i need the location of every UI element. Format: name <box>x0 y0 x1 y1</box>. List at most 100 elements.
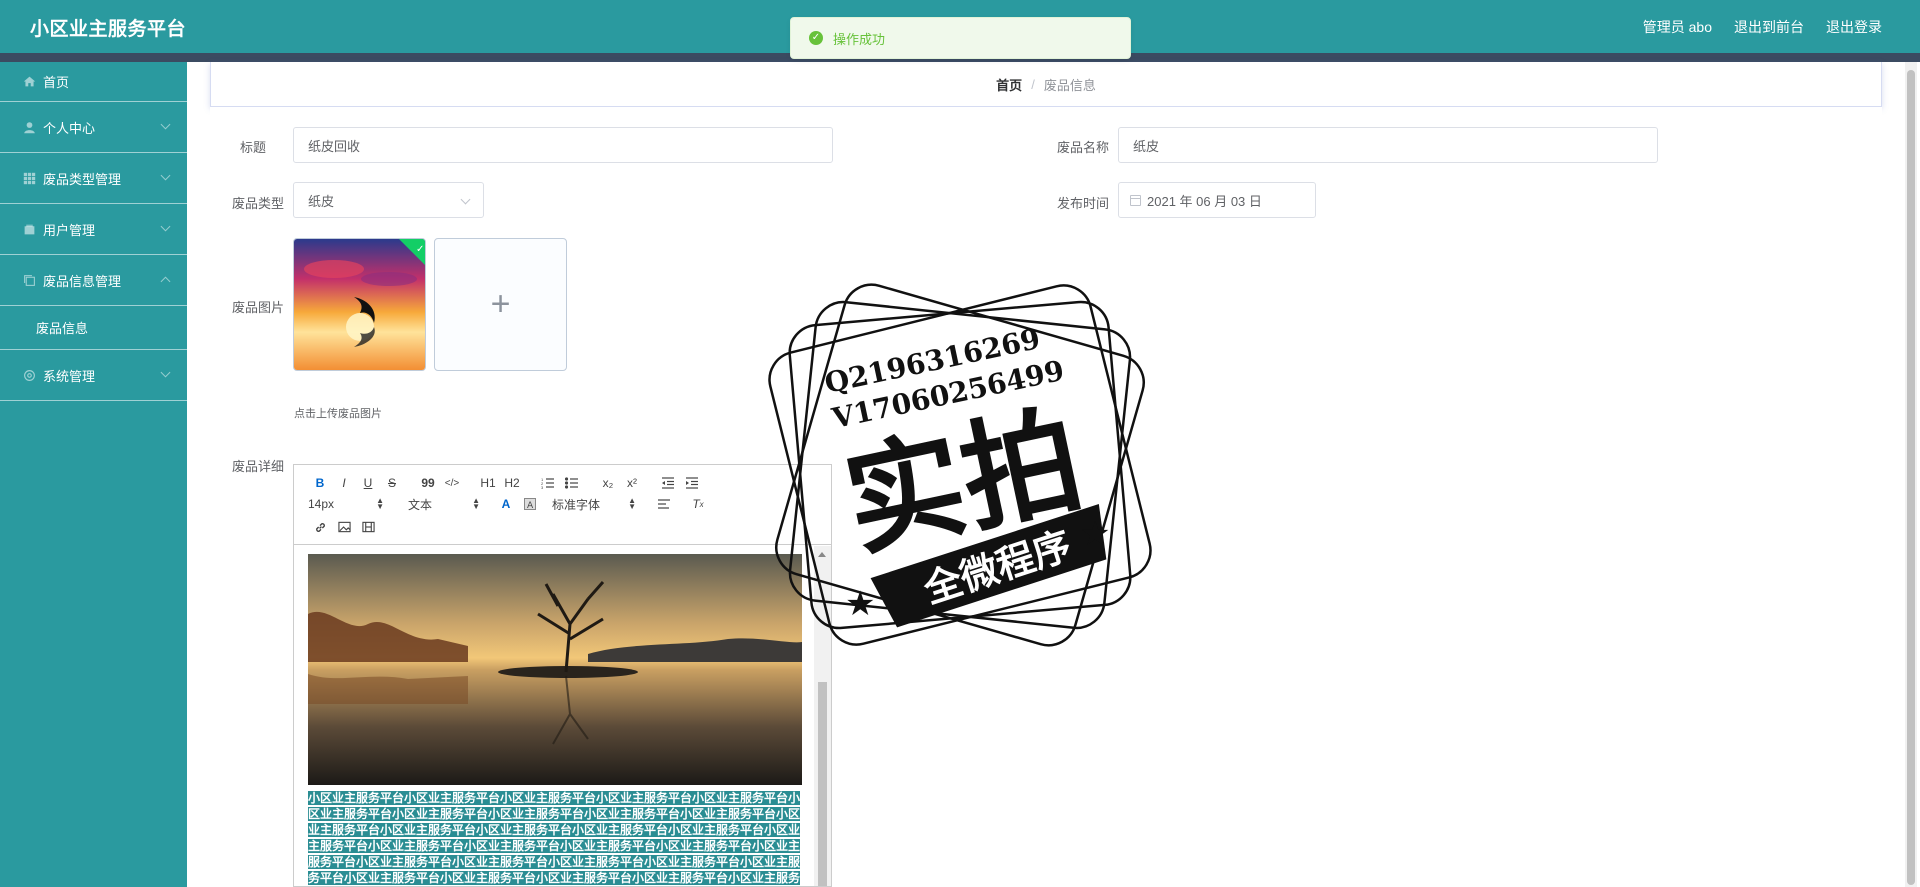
type-select[interactable]: 纸皮 <box>293 182 484 218</box>
watermark-stamp: Q2196316269 V17060256499 实拍 全微程序 ★ ★ <box>768 283 1152 647</box>
name-label: 废品名称 <box>1057 140 1110 155</box>
name-value: 纸皮 <box>1133 138 1160 154</box>
h1-button[interactable]: H1 <box>476 474 500 492</box>
clear-format-icon[interactable]: Tx <box>686 495 710 513</box>
calendar-icon <box>1130 194 1141 206</box>
subscript-button[interactable]: x₂ <box>596 474 620 492</box>
name-input[interactable]: 纸皮 <box>1118 127 1658 163</box>
updown-icon: ▲ ▼ <box>376 496 384 511</box>
sidebar-item-system[interactable]: 系统管理 <box>0 350 187 401</box>
page-scrollbar[interactable] <box>1905 62 1917 887</box>
sidebar-item-label: 个人中心 <box>43 120 96 136</box>
outdent-icon[interactable] <box>656 474 680 492</box>
sidebar-subitem-waste-info[interactable]: 废品信息 <box>0 306 187 350</box>
selected-text: 小区业主服务平台小区业主服务平台小区业主服务平台小区业主服务平台小区业主服务平台… <box>308 790 802 886</box>
svg-text:A: A <box>527 501 534 510</box>
header-select[interactable]: 文本 ▲ ▼ <box>408 495 482 513</box>
toolbar-row-1: B I U S 99 </> H1 H2 123 x₂ x² <box>308 474 704 492</box>
star-icon: ★ <box>845 584 875 624</box>
chevron-down-icon <box>160 170 171 181</box>
sidebar-item-waste-info-mgmt[interactable]: 废品信息管理 <box>0 255 187 306</box>
chevron-down-icon <box>160 221 171 232</box>
sidebar-item-label: 首页 <box>43 75 70 90</box>
image-label: 废品图片 <box>232 300 285 315</box>
toolbar-row-2: 14px ▲ ▼ 文本 ▲ ▼ A A 标准字体 ▲ ▼ Tx <box>308 495 710 513</box>
font-family-value: 标准字体 <box>552 497 601 512</box>
h2-button[interactable]: H2 <box>500 474 524 492</box>
detail-label: 废品详细 <box>232 459 285 474</box>
type-value: 纸皮 <box>308 193 335 209</box>
sidebar-item-label: 废品类型管理 <box>43 171 122 187</box>
header-value: 文本 <box>408 497 433 512</box>
superscript-button[interactable]: x² <box>620 474 644 492</box>
upload-button[interactable]: + <box>434 238 567 371</box>
page-scroll-thumb[interactable] <box>1907 70 1915 885</box>
star-icon: ★ <box>1080 514 1110 554</box>
link-icon[interactable] <box>308 518 332 536</box>
admin-label: 管理员 abo <box>1642 19 1712 35</box>
text-color-icon[interactable]: A <box>494 495 518 513</box>
uploaded-image[interactable]: ✓ <box>293 238 426 371</box>
sidebar-item-waste-type[interactable]: 废品类型管理 <box>0 153 187 204</box>
sidebar: 首页 个人中心 废品类型管理 用户管理 废品信息管理 废品信息 系统管理 <box>0 62 187 887</box>
breadcrumb-home[interactable]: 首页 <box>996 75 1022 94</box>
align-icon[interactable] <box>652 495 676 513</box>
time-label: 发布时间 <box>1057 196 1110 211</box>
title-value: 纸皮回收 <box>308 138 361 154</box>
check-circle-icon: ✓ <box>809 31 823 45</box>
upload-tip: 点击上传废品图片 <box>294 408 382 420</box>
image-icon[interactable] <box>332 518 356 536</box>
breadcrumb-current: 废品信息 <box>1043 77 1096 93</box>
video-icon[interactable] <box>356 518 380 536</box>
title-input[interactable]: 纸皮回收 <box>293 127 833 163</box>
grid-icon <box>22 171 36 185</box>
plus-icon: + <box>490 285 511 323</box>
svg-text:3: 3 <box>541 485 544 489</box>
sidebar-item-label: 用户管理 <box>43 222 96 238</box>
app-title: 小区业主服务平台 <box>30 19 187 40</box>
bold-button[interactable]: B <box>308 474 332 492</box>
sidebar-item-users[interactable]: 用户管理 <box>0 204 187 255</box>
font-size-value: 14px <box>308 497 335 511</box>
breadcrumb-separator: / <box>1031 76 1035 92</box>
ordered-list-icon[interactable]: 123 <box>536 474 560 492</box>
settings-icon <box>22 368 36 382</box>
sidebar-item-home[interactable]: 首页 <box>0 62 187 102</box>
time-value: 2021 年 06 月 03 日 <box>1147 193 1262 209</box>
to-frontend-link[interactable]: 退出到前台 <box>1734 17 1804 37</box>
lake-tree-image <box>308 554 802 785</box>
editor-scroll-thumb[interactable] <box>818 682 827 886</box>
toast-message: 操作成功 <box>833 31 886 47</box>
strike-button[interactable]: S <box>380 474 404 492</box>
type-label: 废品类型 <box>232 196 285 211</box>
editor-content[interactable]: 小区业主服务平台小区业主服务平台小区业主服务平台小区业主服务平台小区业主服务平台… <box>294 546 814 886</box>
date-picker[interactable]: 2021 年 06 月 03 日 <box>1118 182 1316 218</box>
svg-text:✓: ✓ <box>416 244 424 255</box>
editor-text: 小区业主服务平台小区业主服务平台小区业主服务平台小区业主服务平台小区业主服务平台… <box>308 791 801 886</box>
indent-icon[interactable] <box>680 474 704 492</box>
sidebar-item-personal[interactable]: 个人中心 <box>0 102 187 153</box>
sunset-dolphin-image: ✓ <box>294 239 425 370</box>
title-label: 标题 <box>240 140 267 155</box>
italic-button[interactable]: I <box>332 474 356 492</box>
chevron-down-icon <box>460 194 471 205</box>
sidebar-item-label: 废品信息 <box>36 321 89 336</box>
bullet-list-icon[interactable] <box>560 474 584 492</box>
font-family-select[interactable]: 标准字体 ▲ ▼ <box>552 495 638 513</box>
toolbar-row-3 <box>308 518 380 536</box>
copy-icon <box>22 273 36 287</box>
user-icon <box>22 120 36 134</box>
underline-button[interactable]: U <box>356 474 380 492</box>
breadcrumb: 首页 / 废品信息 <box>210 62 1882 107</box>
chevron-up-icon <box>160 276 171 287</box>
chevron-down-icon <box>160 119 171 130</box>
blockquote-button[interactable]: 99 <box>416 474 440 492</box>
header-actions: 管理员 abo 退出到前台 退出登录 <box>1643 17 1882 37</box>
font-size-select[interactable]: 14px ▲ ▼ <box>308 495 386 513</box>
code-button[interactable]: </> <box>440 474 464 492</box>
sidebar-item-label: 系统管理 <box>43 368 96 384</box>
logout-link[interactable]: 退出登录 <box>1826 17 1882 37</box>
background-color-icon[interactable]: A <box>518 495 542 513</box>
folder-icon <box>22 222 36 236</box>
updown-icon: ▲ ▼ <box>628 496 636 511</box>
